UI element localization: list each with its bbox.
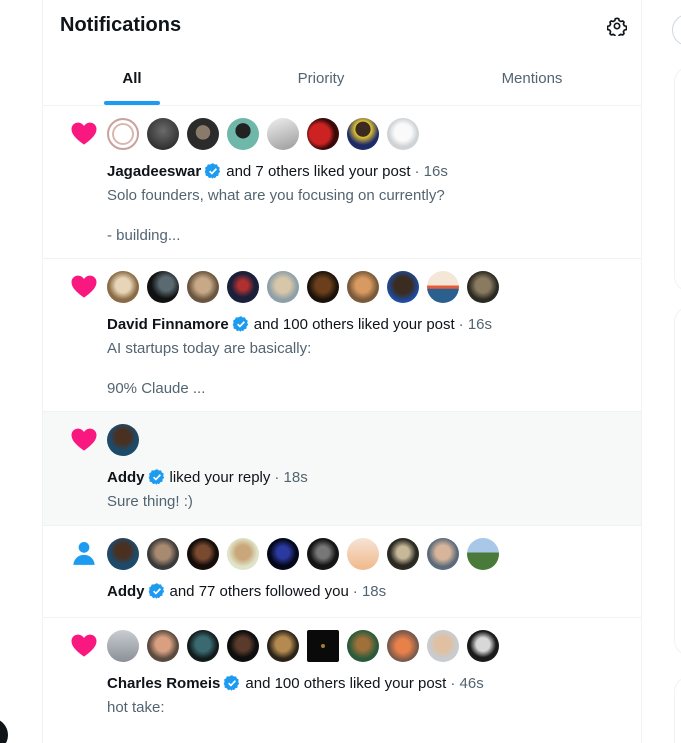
avatar[interactable]	[147, 118, 179, 150]
avatar[interactable]	[267, 630, 299, 662]
avatar[interactable]	[387, 630, 419, 662]
avatar[interactable]	[107, 118, 139, 150]
notification-item[interactable]: Charles Romeis and 100 others liked your…	[43, 618, 641, 743]
timestamp[interactable]: · 16s	[415, 163, 448, 180]
post-excerpt: Sure thing! :)	[107, 493, 193, 510]
notification-item[interactable]: Jagadeeswar and 7 others liked your post…	[43, 106, 641, 259]
avatar[interactable]	[467, 271, 499, 303]
avatar[interactable]	[427, 538, 459, 570]
avatar-row	[107, 271, 499, 303]
avatar-row	[107, 118, 419, 150]
post-excerpt: - building...	[107, 227, 181, 244]
avatar-row	[107, 538, 499, 570]
avatar[interactable]	[227, 538, 259, 570]
avatar[interactable]	[107, 271, 139, 303]
notification-text: Addy and 77 others followed you · 18s	[107, 582, 386, 600]
sidebar-card	[674, 306, 681, 656]
gear-icon[interactable]	[607, 16, 627, 36]
avatar[interactable]	[427, 630, 459, 662]
avatar[interactable]	[267, 271, 299, 303]
active-tab-indicator	[104, 101, 160, 105]
avatar[interactable]	[347, 118, 379, 150]
post-excerpt: 90% Claude ...	[107, 380, 206, 397]
tab-all[interactable]: All	[43, 56, 221, 106]
notification-action: and 100 others liked your post	[253, 315, 455, 333]
avatar[interactable]	[227, 630, 259, 662]
notification-text: Charles Romeis and 100 others liked your…	[107, 674, 484, 692]
user-name[interactable]: David Finnamore	[107, 316, 229, 333]
notification-action: and 77 others followed you	[169, 582, 349, 600]
avatar[interactable]	[347, 271, 379, 303]
notification-item[interactable]: David Finnamore and 100 others liked you…	[43, 259, 641, 412]
verified-badge-icon	[148, 469, 164, 485]
verified-badge-icon	[224, 675, 240, 691]
timestamp[interactable]: · 46s	[450, 675, 483, 692]
verified-badge-icon	[204, 163, 221, 179]
avatar[interactable]	[307, 538, 339, 570]
tab-priority[interactable]: Priority	[221, 56, 421, 106]
post-excerpt: Solo founders, what are you focusing on …	[107, 187, 445, 204]
tab-mentions[interactable]: Mentions	[421, 56, 641, 106]
user-name[interactable]: Addy	[107, 469, 145, 486]
avatar[interactable]	[187, 630, 219, 662]
avatar[interactable]	[147, 630, 179, 662]
notification-item[interactable]: Addy and 77 others followed you · 18s	[43, 526, 641, 618]
timestamp[interactable]: · 16s	[459, 316, 492, 333]
notifications-column: Notifications All Priority Mentions Jaga…	[42, 0, 642, 743]
avatar-row	[107, 630, 499, 662]
avatar[interactable]	[387, 271, 419, 303]
avatar[interactable]	[427, 271, 459, 303]
avatar[interactable]	[107, 538, 139, 570]
avatar[interactable]	[387, 538, 419, 570]
avatar[interactable]	[307, 118, 339, 150]
avatar[interactable]	[307, 630, 339, 662]
avatar[interactable]	[267, 538, 299, 570]
user-name[interactable]: Charles Romeis	[107, 675, 220, 692]
avatar[interactable]	[467, 538, 499, 570]
person-icon	[73, 542, 95, 565]
post-excerpt: hot take:	[107, 699, 165, 716]
notification-text: David Finnamore and 100 others liked you…	[107, 315, 492, 333]
post-excerpt: AI startups today are basically:	[107, 340, 312, 357]
avatar[interactable]	[387, 118, 419, 150]
avatar[interactable]	[267, 118, 299, 150]
avatar[interactable]	[347, 538, 379, 570]
notification-item[interactable]: Addy liked your reply · 18s Sure thing! …	[43, 412, 641, 526]
heart-icon	[71, 428, 97, 451]
avatar[interactable]	[227, 271, 259, 303]
verified-badge-icon	[232, 316, 248, 332]
notification-action: and 7 others liked your post	[226, 162, 411, 180]
heart-icon	[71, 122, 97, 145]
sidebar-card	[674, 66, 681, 292]
verified-badge-icon	[148, 583, 164, 599]
avatar-row	[107, 424, 139, 456]
avatar[interactable]	[347, 630, 379, 662]
avatar[interactable]	[147, 538, 179, 570]
notification-text: Addy liked your reply · 18s	[107, 468, 308, 486]
sidebar-search-button[interactable]	[672, 14, 681, 46]
avatar[interactable]	[147, 271, 179, 303]
notification-action: liked your reply	[169, 468, 271, 486]
heart-icon	[71, 634, 97, 657]
user-name[interactable]: Addy	[107, 583, 145, 600]
timestamp[interactable]: · 18s	[353, 583, 386, 600]
avatar[interactable]	[107, 630, 139, 662]
heart-icon	[71, 275, 97, 298]
avatar[interactable]	[227, 118, 259, 150]
avatar[interactable]	[187, 271, 219, 303]
notifications-header: Notifications	[43, 0, 641, 52]
timestamp[interactable]: · 18s	[274, 469, 307, 486]
avatar[interactable]	[307, 271, 339, 303]
avatar[interactable]	[467, 630, 499, 662]
avatar[interactable]	[187, 118, 219, 150]
avatar[interactable]	[187, 538, 219, 570]
user-name[interactable]: Jagadeeswar	[107, 163, 201, 180]
notification-tabs: All Priority Mentions	[43, 56, 641, 106]
notification-text: Jagadeeswar and 7 others liked your post…	[107, 162, 448, 180]
notification-action: and 100 others liked your post	[245, 674, 447, 692]
account-avatar-button[interactable]	[0, 718, 8, 743]
page-title: Notifications	[60, 14, 182, 36]
sidebar-card	[674, 676, 681, 743]
avatar[interactable]	[107, 424, 139, 456]
